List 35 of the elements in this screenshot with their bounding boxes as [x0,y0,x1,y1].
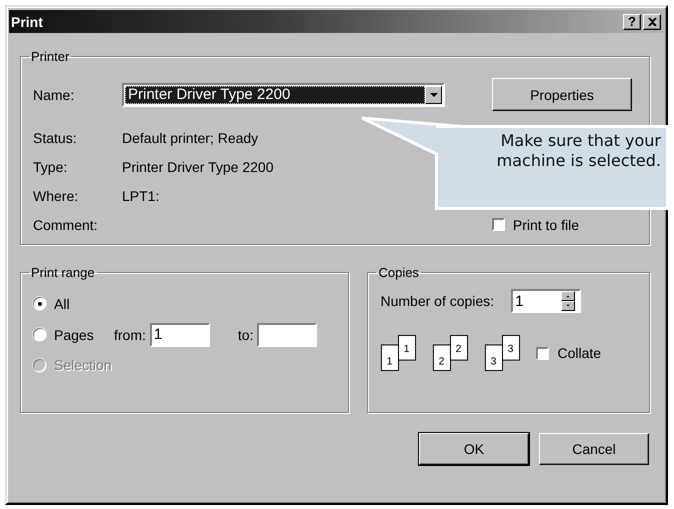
printer-dropdown[interactable]: Printer Driver Type 2200 [122,82,445,106]
info-value: Default printer; Ready [122,130,258,146]
checkbox-label: Print to file [512,216,579,232]
info-label: Status: [33,130,78,146]
radio-button[interactable] [33,297,46,310]
radio-button[interactable] [33,328,46,341]
to-field[interactable] [257,322,318,346]
to-label: to: [238,326,254,342]
from-label: from: [114,326,146,342]
checkbox-label: Collate [557,345,602,361]
group-title: Print range [31,265,95,280]
close-icon [648,18,656,26]
name-label: Name: [33,86,76,102]
help-button[interactable]: ? [623,14,641,30]
window-title: Print [11,14,43,30]
dropdown-arrow-icon [430,92,438,96]
checkbox[interactable] [536,346,550,360]
info-label: Where: [33,188,80,204]
info-value: Printer Driver Type 2200 [122,158,274,174]
group-title: Printer [31,49,70,64]
info-label: Type: [33,158,68,174]
copies-spinner[interactable]: 1 [511,289,582,313]
info-value: LPT1: [122,188,160,204]
properties-button[interactable]: Properties [492,78,632,111]
callout-text: Make sure that your machine is selected. [496,131,661,171]
info-label: Comment: [33,216,99,232]
dialog-button[interactable]: Cancel [539,433,649,465]
radio-label: All [54,296,71,312]
radio-label: Pages [54,326,95,342]
close-button[interactable] [643,14,661,30]
from-field[interactable]: 1 [150,322,210,346]
group-title: Copies [378,265,419,280]
dialog-button[interactable]: OK [419,433,529,465]
checkbox[interactable] [492,218,505,231]
copies-label: Number of copies: [380,293,494,309]
